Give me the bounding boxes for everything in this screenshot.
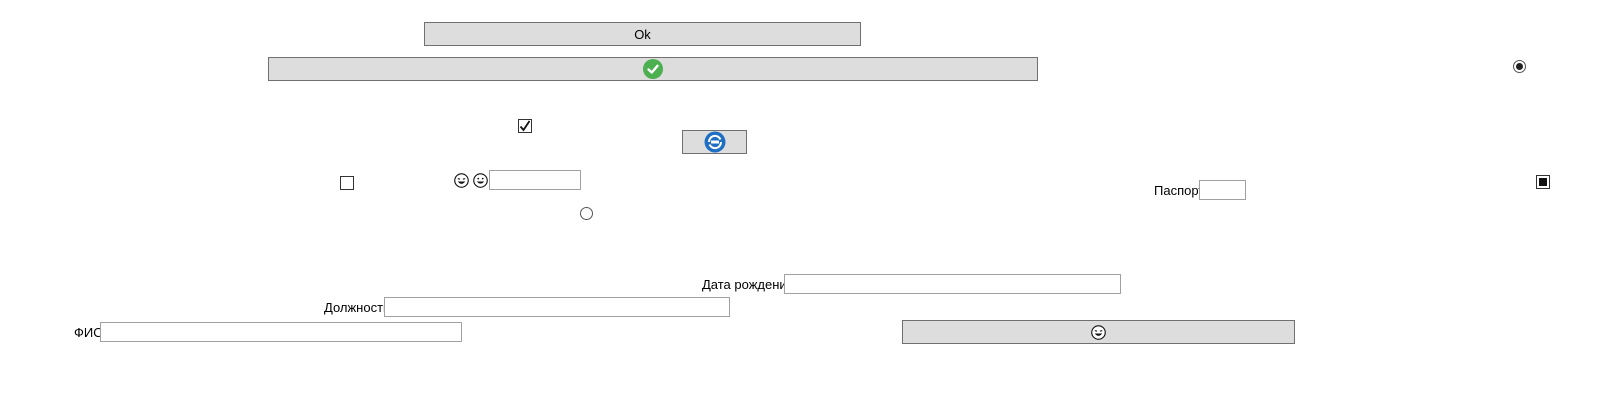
checkbox-checked[interactable] — [518, 119, 532, 133]
laughing-face-icon — [1091, 324, 1106, 340]
checkbox-indeterminate[interactable] — [1536, 175, 1550, 189]
laughing-face-icon — [454, 173, 469, 188]
radio-selected-dot — [1516, 63, 1523, 70]
grinning-face-icon — [473, 173, 488, 188]
passport-field[interactable] — [1199, 180, 1246, 200]
confirm-button[interactable] — [268, 57, 1038, 81]
checkbox-unchecked[interactable] — [340, 176, 354, 190]
passport-label: Паспорт — [1154, 183, 1205, 198]
refresh-logo-icon — [704, 131, 725, 153]
emoji-button[interactable] — [902, 320, 1295, 344]
check-circle-icon — [643, 59, 663, 79]
name-field[interactable] — [100, 322, 462, 342]
radio-middle[interactable] — [580, 207, 593, 220]
checkmark-icon — [519, 120, 531, 132]
radio-top-right[interactable] — [1513, 60, 1526, 73]
name-label: ФИО — [74, 325, 104, 340]
emoji-text-field[interactable] — [489, 170, 581, 190]
position-label: Должность — [324, 300, 390, 315]
position-field[interactable] — [384, 297, 730, 317]
birth-date-field[interactable] — [784, 274, 1121, 294]
ok-button[interactable]: Ok — [424, 22, 861, 46]
birth-date-label: Дата рождения — [702, 277, 794, 292]
indeterminate-mark — [1539, 178, 1547, 186]
refresh-button[interactable] — [682, 130, 747, 154]
